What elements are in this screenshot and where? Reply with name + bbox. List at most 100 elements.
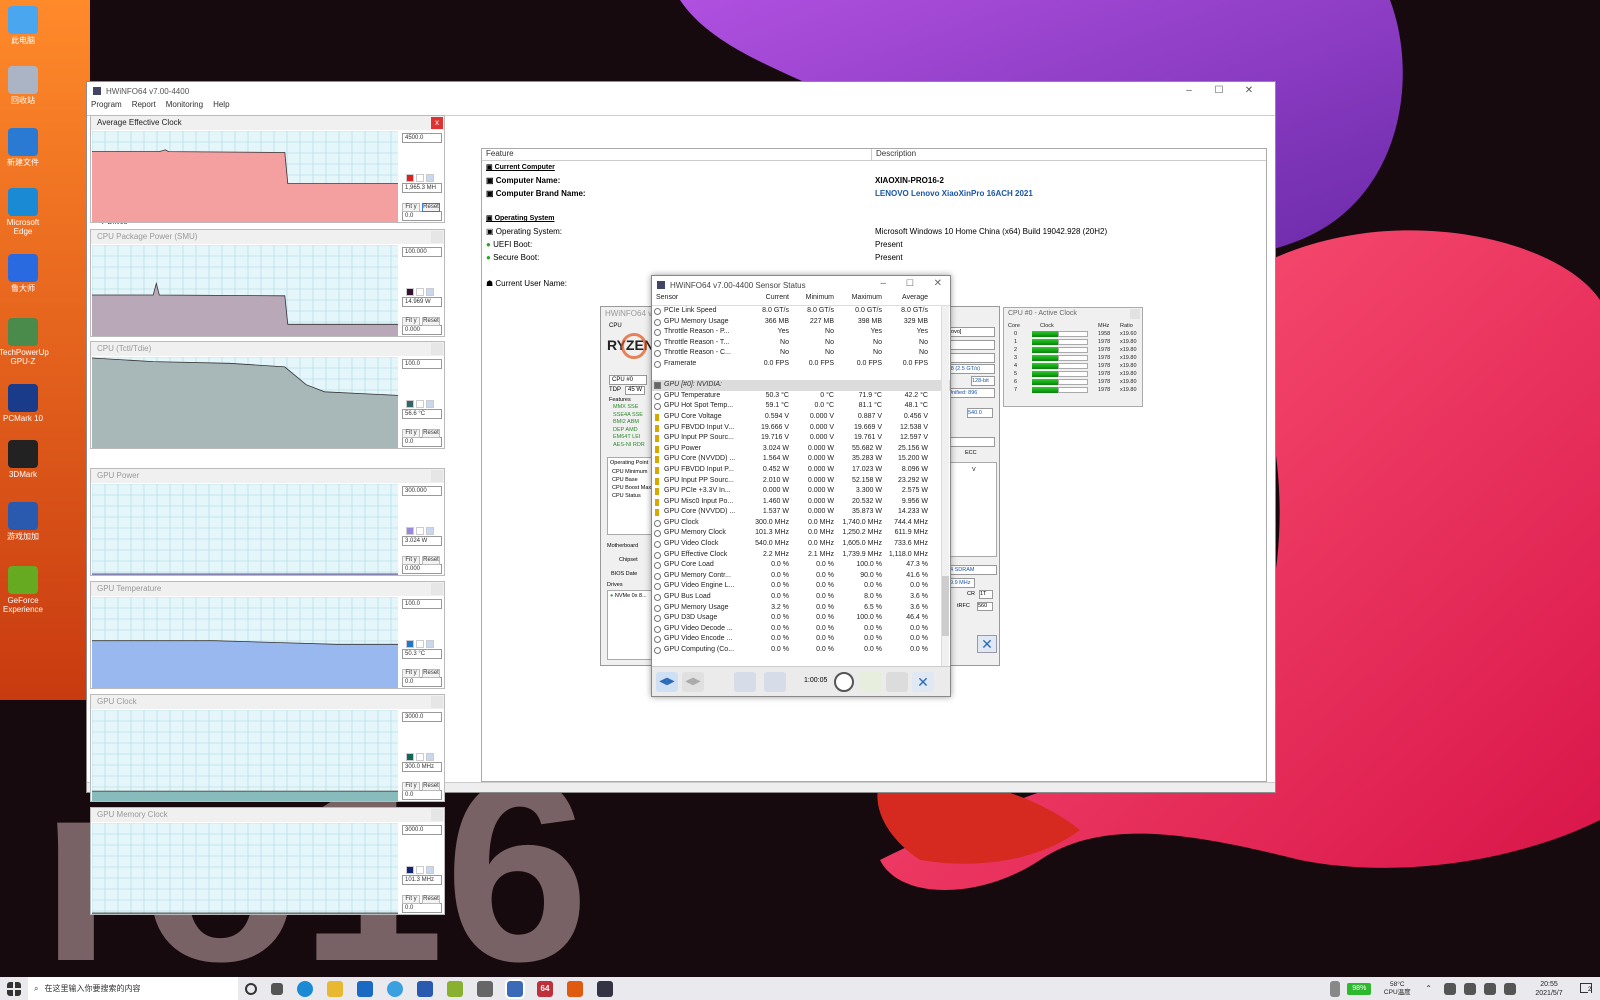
desktop-icon-6[interactable]: PCMark 10 xyxy=(0,384,47,423)
cpu-temp-widget[interactable]: 58°C CPU温度 xyxy=(1379,981,1415,997)
fit-y-button[interactable]: Fit y xyxy=(402,782,420,791)
tray-icon-1[interactable] xyxy=(1444,982,1456,995)
feature-computer-name[interactable]: ▣ Computer Name: xyxy=(486,176,560,185)
desktop-icon-5[interactable]: TechPowerUp GPU-Z xyxy=(0,318,49,366)
graph-current-value[interactable]: 14.969 W xyxy=(402,297,442,307)
graph-min-value[interactable]: 0.0 xyxy=(402,437,442,447)
app-icon-circle[interactable] xyxy=(387,980,403,997)
prev-next-arrows-icon[interactable]: ◀▶ xyxy=(656,672,678,692)
notification-center-icon[interactable]: 2 xyxy=(1572,981,1600,997)
graph-color-swatch[interactable] xyxy=(426,640,434,648)
sensor-row[interactable]: GPU Video Decode ... 0.0 % 0.0 % 0.0 % 0.0 % xyxy=(652,624,950,635)
graph-color-swatch[interactable] xyxy=(406,866,414,874)
sensor-row[interactable]: Throttle Reason - C... No No No No xyxy=(652,348,950,359)
graph-max-value[interactable]: 3000.0 xyxy=(402,825,442,835)
sensor-row[interactable]: GPU Core Voltage 0.594 V 0.000 V 0.887 V 0.4… xyxy=(652,412,950,423)
graph-color-swatch[interactable] xyxy=(426,753,434,761)
reset-button[interactable]: Reset xyxy=(422,782,440,791)
feature-brand-name[interactable]: ▣ Computer Brand Name: xyxy=(486,189,586,198)
graph-color-swatch[interactable] xyxy=(406,288,414,296)
graph-max-value[interactable]: 100.000 xyxy=(402,247,442,257)
fit-y-button[interactable]: Fit y xyxy=(402,556,420,565)
game-booster-icon[interactable] xyxy=(505,978,525,999)
graph-close-icon[interactable]: x xyxy=(431,696,443,708)
column-current[interactable]: Current xyxy=(746,294,791,305)
sensor-row[interactable]: GPU Core (NVVDD) ... 1.564 W 0.000 W 35.283… xyxy=(652,454,950,465)
graph-window-4[interactable]: GPU Temperature x 100.0 50.3 °C 0.0 Fit y Rese… xyxy=(90,581,445,689)
menu-help[interactable]: Help xyxy=(213,100,229,112)
graph-color-swatch[interactable] xyxy=(416,174,424,182)
sensor-row[interactable]: Throttle Reason - T... No No No No xyxy=(652,338,950,349)
layout-icon[interactable] xyxy=(764,672,786,692)
graph-color-swatch[interactable] xyxy=(416,866,424,874)
input-method-icon[interactable] xyxy=(1504,982,1516,995)
sensor-scrollbar[interactable] xyxy=(941,306,949,666)
sensor-row[interactable]: GPU Memory Usage 366 MB 227 MB 398 MB 329 MB xyxy=(652,317,950,328)
sensor-row[interactable]: Throttle Reason - P... Yes No Yes Yes xyxy=(652,327,950,338)
reset-button[interactable]: Reset xyxy=(422,317,440,326)
sensor-row[interactable]: GPU [#0]: NVIDIA: xyxy=(652,380,950,391)
feature-current-user[interactable]: ☗ Current User Name: xyxy=(486,279,567,288)
sensor-row[interactable]: GPU Clock 300.0 MHz 0.0 MHz 1,740.0 MHz 744.… xyxy=(652,518,950,529)
clock-icon[interactable] xyxy=(834,672,854,692)
column-average[interactable]: Average xyxy=(884,294,930,305)
graph-current-value[interactable]: 3.024 W xyxy=(402,536,442,546)
desktop-icon-0[interactable]: 此电脑 xyxy=(0,6,47,45)
graph-window-1[interactable]: CPU Package Power (SMU) x 100.000 14.969 W 0… xyxy=(90,229,445,337)
sensor-row[interactable]: Framerate 0.0 FPS 0.0 FPS 0.0 FPS 0.0 FPS xyxy=(652,359,950,370)
network-icon[interactable] xyxy=(1464,982,1476,995)
graph-color-swatch[interactable] xyxy=(406,640,414,648)
graph-current-value[interactable]: 300.0 MHz xyxy=(402,762,442,772)
column-minimum[interactable]: Minimum xyxy=(791,294,836,305)
desktop-icon-2[interactable]: 新建文件 xyxy=(0,128,47,167)
battery-percentage[interactable]: 98% xyxy=(1347,982,1372,995)
graph-color-swatch[interactable] xyxy=(416,640,424,648)
cpu-select-dropdown[interactable]: CPU #0 xyxy=(609,375,647,385)
graph-color-swatch[interactable] xyxy=(426,866,434,874)
volume-icon[interactable] xyxy=(1484,982,1496,995)
reset-button[interactable]: Reset xyxy=(422,203,440,212)
sensor-row[interactable]: GPU Power 3.024 W 0.000 W 55.682 W 25.156 W xyxy=(652,444,950,455)
graph-min-value[interactable]: 0.000 xyxy=(402,564,442,574)
desktop-icon-1[interactable]: 回收站 xyxy=(0,66,47,105)
feature-secure-boot[interactable]: ● Secure Boot: xyxy=(486,253,539,262)
graph-color-swatch[interactable] xyxy=(406,174,414,182)
hwinfo-taskbar-icon[interactable] xyxy=(597,980,613,997)
main-window-titlebar[interactable]: HWiNFO64 v7.00-4400 xyxy=(87,82,1275,100)
desktop-icon-8[interactable]: 游戏加加 xyxy=(0,502,47,541)
sensor-row[interactable]: GPU Core Load 0.0 % 0.0 % 100.0 % 47.3 % xyxy=(652,560,950,571)
reset-button[interactable]: Reset xyxy=(422,669,440,678)
column-maximum[interactable]: Maximum xyxy=(836,294,884,305)
graph-min-value[interactable]: 0.0 xyxy=(402,677,442,687)
graph-min-value[interactable]: 0.0 xyxy=(402,790,442,800)
file-explorer-icon[interactable] xyxy=(327,980,343,997)
graph-min-value[interactable]: 0.0 xyxy=(402,903,442,913)
graph-color-swatch[interactable] xyxy=(416,288,424,296)
app-icon-blue[interactable] xyxy=(417,980,433,997)
graph-min-value[interactable]: 0.0 xyxy=(402,211,442,221)
sensor-row[interactable] xyxy=(652,370,950,381)
graph-color-swatch[interactable] xyxy=(426,174,434,182)
network-icon[interactable] xyxy=(734,672,756,692)
sensor-row[interactable]: GPU Memory Contr... 0.0 % 0.0 % 90.0 % 41.6 … xyxy=(652,571,950,582)
sensor-row[interactable]: GPU FBVDD Input P... 0.452 W 0.000 W 17.023… xyxy=(652,465,950,476)
graph-window-5[interactable]: GPU Clock x 3000.0 300.0 MHz 0.0 Fit y Reset xyxy=(90,694,445,802)
minimize-button[interactable]: – xyxy=(1175,84,1203,98)
graph-current-value[interactable]: 1,965.3 MH xyxy=(402,183,442,193)
graph-close-icon[interactable]: x xyxy=(431,117,443,129)
graph-close-icon[interactable]: x xyxy=(431,583,443,595)
sensor-row[interactable]: GPU Input PP Sourc... 2.010 W 0.000 W 52.15… xyxy=(652,476,950,487)
graph-color-swatch[interactable] xyxy=(426,400,434,408)
sensor-row[interactable]: GPU Computing (Co... 0.0 % 0.0 % 0.0 % 0.0 % xyxy=(652,645,950,656)
sensor-maximize-button[interactable]: ☐ xyxy=(906,278,914,289)
desktop-icon-7[interactable]: 3DMark xyxy=(0,440,47,479)
memory-select[interactable] xyxy=(949,437,995,447)
graph-window-0[interactable]: Average Effective Clock x 4500.0 1,965.3 MH… xyxy=(90,115,445,223)
sensor-row[interactable]: GPU Memory Clock 101.3 MHz 0.0 MHz 1,250.2 … xyxy=(652,528,950,539)
sensor-row[interactable]: GPU Temperature 50.3 °C 0 °C 71.9 °C 42.2 °C xyxy=(652,391,950,402)
graph-color-swatch[interactable] xyxy=(406,753,414,761)
graph-close-icon[interactable]: x xyxy=(431,231,443,243)
sensor-row[interactable]: GPU Video Clock 540.0 MHz 0.0 MHz 1,605.0 M… xyxy=(652,539,950,550)
close-button[interactable]: ✕ xyxy=(1235,84,1263,98)
app-icon-orange[interactable] xyxy=(567,980,583,997)
